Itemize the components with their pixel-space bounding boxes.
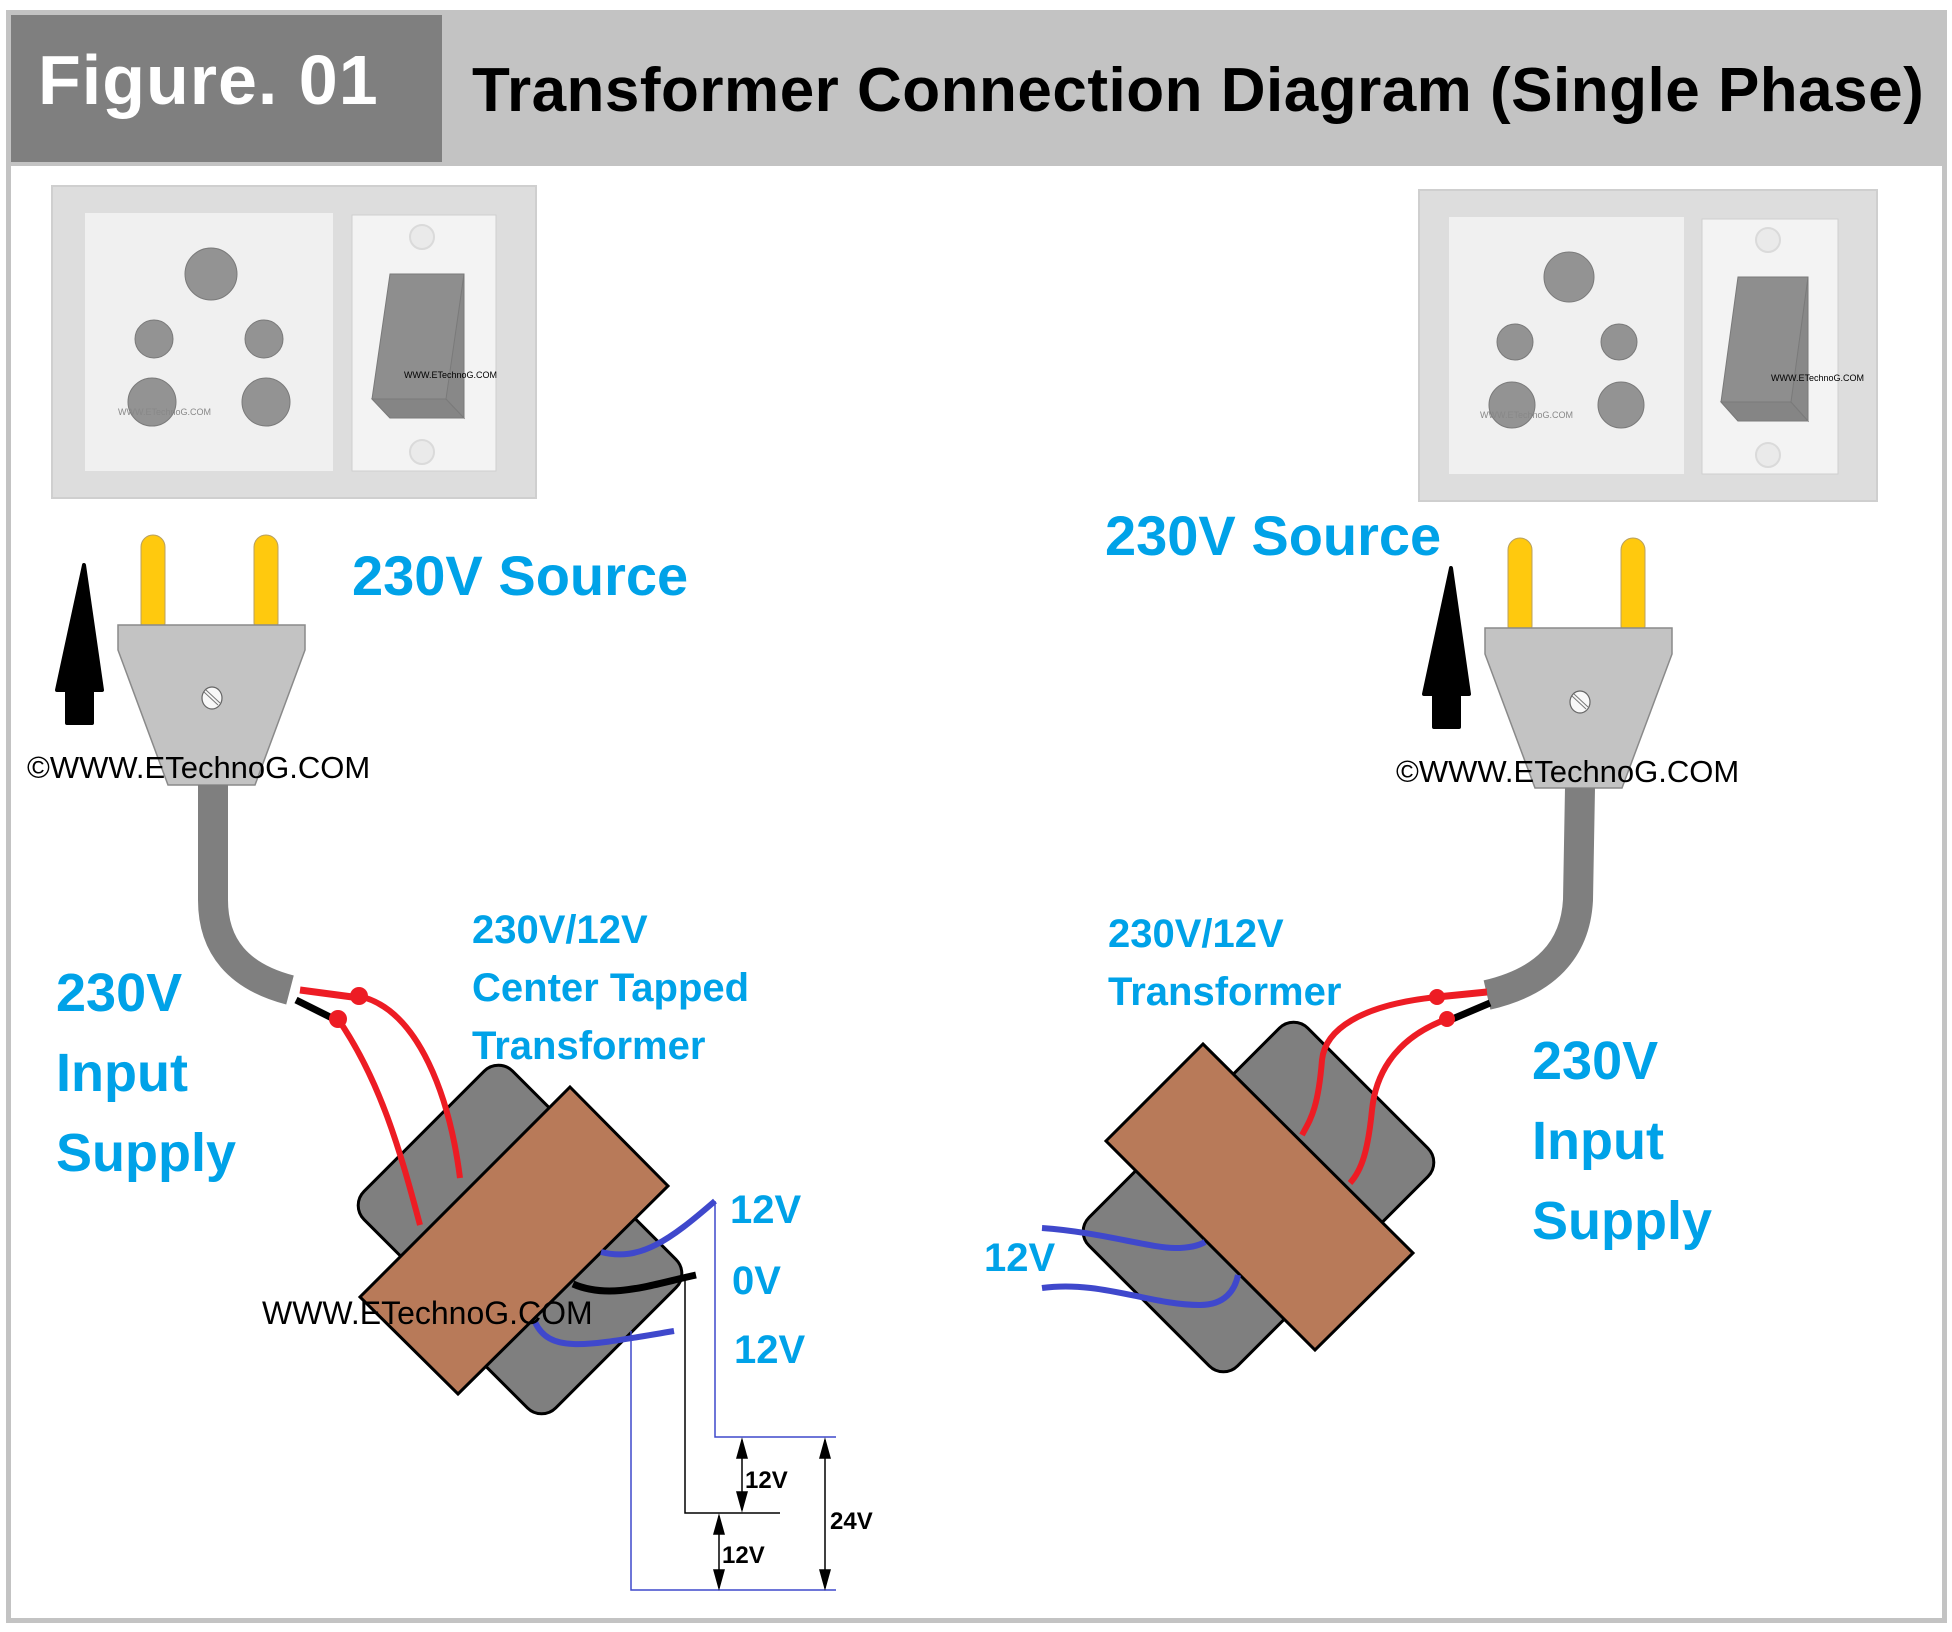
socket-small-hole-right bbox=[244, 319, 284, 359]
left-plug[interactable] bbox=[117, 534, 306, 786]
right-plug-in-arrow-icon bbox=[1422, 566, 1471, 729]
neutral-lead bbox=[1448, 999, 1492, 1024]
right-source-label: 230V Source bbox=[1105, 504, 1442, 567]
transformer-watermark: WWW.ETechnoG.COM bbox=[262, 1295, 593, 1331]
secondary-label-bottom: 12V bbox=[734, 1328, 806, 1372]
dim-label-upper-12v: 12V bbox=[745, 1467, 788, 1494]
socket-large-hole-left bbox=[1488, 381, 1536, 429]
socket-large-hole-right bbox=[241, 377, 291, 427]
right-transformer-label-line1: 230V/12V bbox=[1108, 912, 1284, 956]
plug-prong-left bbox=[1507, 537, 1533, 639]
socket-small-hole-left bbox=[134, 319, 174, 359]
switch-screw-top-icon bbox=[409, 224, 435, 250]
left-wall-outlet bbox=[51, 185, 537, 499]
plug-screw-icon bbox=[201, 686, 223, 710]
plug-prong-right bbox=[1620, 537, 1646, 639]
socket-earth-hole bbox=[1543, 251, 1595, 303]
right-power-cord bbox=[1483, 787, 1595, 1010]
left-input-label-line2: Input bbox=[56, 1043, 188, 1103]
right-input-label-line3: Supply bbox=[1532, 1191, 1713, 1251]
plug-screw-icon bbox=[1569, 690, 1591, 714]
switch-screw-bottom-icon bbox=[409, 439, 435, 465]
left-transformer-label-line3: Transformer bbox=[472, 1024, 706, 1068]
switch-screw-top-icon bbox=[1755, 227, 1781, 253]
arrowhead bbox=[713, 1569, 725, 1591]
socket-large-hole-left bbox=[127, 377, 177, 427]
socket-watermark-left: WWW.ETechnoG.COM bbox=[118, 407, 212, 417]
left-source-label: 230V Source bbox=[352, 544, 689, 607]
arrowhead bbox=[736, 1437, 748, 1459]
right-transformer-label-line2: Transformer bbox=[1108, 970, 1342, 1014]
dim-label-24v: 24V bbox=[830, 1508, 873, 1535]
arrowhead bbox=[736, 1491, 748, 1513]
secondary-label-center: 0V bbox=[732, 1259, 781, 1303]
plug-prong-left bbox=[140, 534, 166, 636]
right-plug[interactable] bbox=[1484, 537, 1673, 789]
left-transformer-label-line1: 230V/12V bbox=[472, 908, 648, 952]
right-secondary-label: 12V bbox=[984, 1236, 1056, 1280]
socket-earth-hole bbox=[184, 247, 238, 301]
left-transformer-label-line2: Center Tapped bbox=[472, 966, 750, 1010]
right-wall-outlet bbox=[1418, 189, 1878, 502]
dim-label-lower-12v: 12V bbox=[722, 1542, 765, 1569]
arrowhead bbox=[819, 1569, 831, 1591]
switch-watermark-right: WWW.ETechnoG.COM bbox=[1771, 373, 1865, 383]
right-input-label-line2: Input bbox=[1532, 1111, 1664, 1171]
dim-line-top bbox=[714, 1201, 836, 1438]
plug-prong-right bbox=[253, 534, 279, 636]
switch-watermark-left: WWW.ETechnoG.COM bbox=[404, 370, 498, 380]
right-input-label-line1: 230V bbox=[1532, 1031, 1659, 1091]
left-input-label-line3: Supply bbox=[56, 1123, 237, 1183]
secondary-label-top: 12V bbox=[730, 1188, 802, 1232]
left-power-cord bbox=[198, 785, 295, 1005]
right-copyright-watermark: ©WWW.ETechnoG.COM bbox=[1396, 754, 1740, 789]
socket-large-hole-right bbox=[1597, 381, 1645, 429]
right-transformer bbox=[1041, 988, 1492, 1374]
socket-small-hole-right bbox=[1600, 323, 1638, 361]
arrowhead bbox=[819, 1437, 831, 1459]
arrowhead bbox=[713, 1513, 725, 1535]
left-plug-in-arrow-icon bbox=[55, 563, 104, 725]
socket-small-hole-left bbox=[1496, 323, 1534, 361]
switch-screw-bottom-icon bbox=[1755, 442, 1781, 468]
left-input-label-line1: 230V bbox=[56, 963, 183, 1023]
socket-watermark-right: WWW.ETechnoG.COM bbox=[1480, 410, 1574, 420]
left-copyright-watermark: ©WWW.ETechnoG.COM bbox=[27, 750, 371, 785]
diagram-canvas bbox=[51, 185, 1878, 1591]
